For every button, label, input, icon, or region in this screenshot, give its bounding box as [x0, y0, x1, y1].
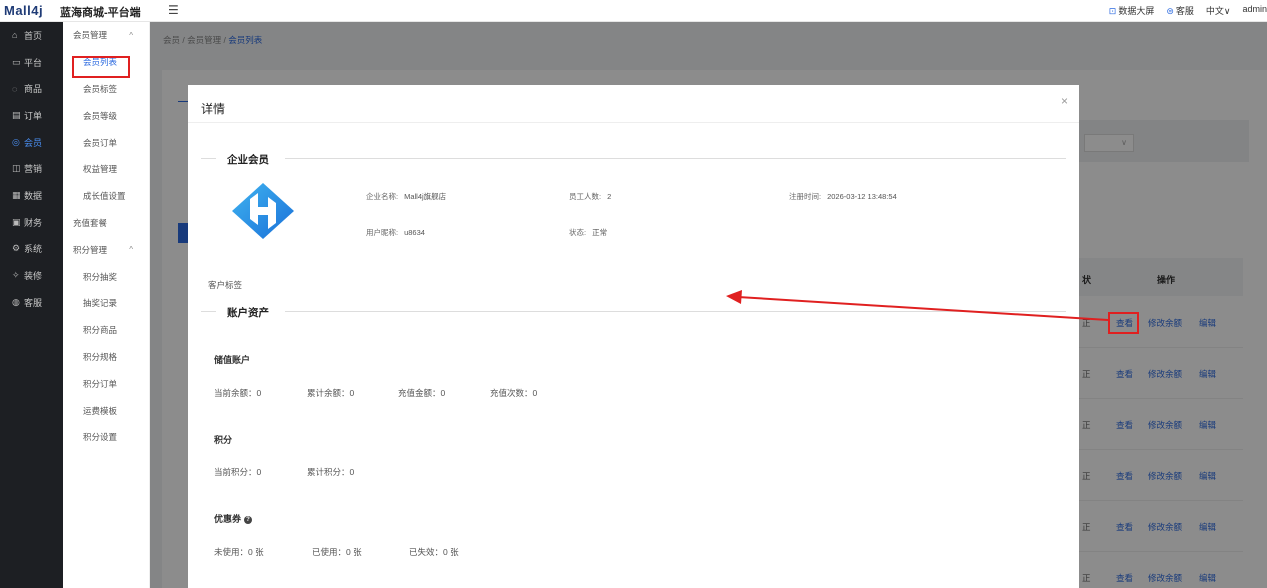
nav-item-system[interactable]: ⚙ 系统 [0, 236, 63, 263]
subnav-item-points-products[interactable]: 积分商品 [63, 317, 149, 344]
app-title: 蓝海商城-平台端 [60, 7, 141, 19]
decoration-icon: ✧ [12, 270, 20, 281]
assets-section-title: 账户资产 [227, 307, 269, 319]
user-menu[interactable]: admin [1242, 4, 1267, 17]
top-bar: Mall4j 蓝海商城-平台端 ☰ ⊡ 数据大屏 ⊜ 客服 中文∨ admin [0, 0, 1267, 22]
gear-icon: ⚙ [12, 243, 21, 254]
subnav-item-points-orders[interactable]: 积分订单 [63, 370, 149, 397]
primary-sidebar: ⌂ 首页 ▭ 平台 ◌ 商品 ▤ 订单 ◎ 会员 ◫ 营销 ▦ 数据 ▣ 财务 ⚙ 系统 ✧ 装修 … [0, 22, 63, 588]
member-icon: ◎ [12, 136, 20, 147]
order-icon: ▤ [12, 109, 21, 120]
customer-tag-label: 客户标签 [208, 280, 243, 290]
register-time-value: 2026-03-12 13:48:54 [827, 192, 897, 201]
recharge-times: 充值次数：0 [490, 388, 538, 398]
register-time-field: 注册时间: 2026-03-12 13:48:54 [789, 192, 897, 201]
gift-icon: ◫ [12, 163, 21, 174]
company-logo-image [232, 183, 294, 239]
dialog-title: 详情 [201, 102, 226, 116]
subnav-item-benefits[interactable]: 权益管理 [63, 156, 149, 183]
employee-count-value: 2 [607, 192, 612, 201]
status-field: 状态: 正常 [569, 228, 608, 237]
chevron-up-icon: ^ [129, 245, 133, 255]
employee-count-field: 员工人数: 2 [569, 192, 612, 201]
subnav-item-points-lottery[interactable]: 积分抽奖 [63, 263, 149, 290]
subnav-item-member-levels[interactable]: 会员等级 [63, 102, 149, 129]
data-screen-link[interactable]: ⊡ 数据大屏 [1109, 4, 1155, 17]
status-value: 正常 [592, 228, 608, 237]
section-divider [285, 311, 1066, 312]
points-title: 积分 [214, 435, 233, 445]
nav-item-decoration[interactable]: ✧ 装修 [0, 262, 63, 289]
language-select[interactable]: 中文∨ [1206, 4, 1231, 17]
coupon-title: 优惠券? [214, 512, 253, 525]
close-icon[interactable]: × [1061, 94, 1068, 108]
nav-item-members[interactable]: ◎ 会员 [0, 129, 63, 156]
current-balance: 当前余额：0 [214, 388, 262, 398]
question-icon[interactable]: ? [244, 516, 253, 524]
member-list-highlight-box [72, 56, 130, 78]
section-divider [201, 158, 216, 159]
logo: Mall4j [4, 3, 44, 18]
product-icon: ◌ [12, 83, 18, 94]
platform-icon: ▭ [12, 56, 21, 67]
nickname-value: u8634 [404, 228, 425, 237]
member-detail-dialog: 详情 × 企业会员 企业名称: Mall4j旗舰店 员工人数: 2 注册时间: 202… [188, 85, 1079, 588]
nav-item-home[interactable]: ⌂ 首页 [0, 22, 63, 49]
nav-item-products[interactable]: ◌ 商品 [0, 75, 63, 102]
nav-item-data[interactable]: ▦ 数据 [0, 182, 63, 209]
nav-item-finance[interactable]: ▣ 财务 [0, 209, 63, 236]
total-points: 累计积分：0 [307, 467, 355, 477]
subnav-item-points-settings[interactable]: 积分设置 [63, 424, 149, 451]
coupon-unused: 未使用：0 张 [214, 547, 264, 557]
secondary-sidebar: 会员管理 ^ 会员列表 会员标签 会员等级 会员订单 权益管理 成长值设置 充值套… [63, 22, 150, 588]
nickname-field: 用户昵称: u8634 [366, 228, 425, 237]
service-link[interactable]: ⊜ 客服 [1166, 4, 1194, 17]
company-name-field: 企业名称: Mall4j旗舰店 [366, 192, 447, 201]
enterprise-section-title: 企业会员 [227, 154, 269, 166]
subnav-item-growth-settings[interactable]: 成长值设置 [63, 183, 149, 210]
service-icon: ◍ [12, 296, 20, 307]
subnav-item-member-orders[interactable]: 会员订单 [63, 129, 149, 156]
home-icon: ⌂ [12, 30, 18, 41]
subnav-group-points-management[interactable]: 积分管理 ^ [63, 236, 149, 263]
data-icon: ▦ [12, 189, 21, 200]
current-points: 当前积分：0 [214, 467, 262, 477]
menu-toggle-icon[interactable]: ☰ [168, 3, 179, 17]
nav-item-service[interactable]: ◍ 客服 [0, 289, 63, 316]
subnav-item-shipping-templates[interactable]: 运费模板 [63, 397, 149, 424]
subnav-item-recharge-packages[interactable]: 充值套餐 [63, 210, 149, 237]
subnav-item-lottery-records[interactable]: 抽奖记录 [63, 290, 149, 317]
monitor-icon: ⊡ [1108, 6, 1117, 16]
subnav-group-member-management[interactable]: 会员管理 ^ [63, 22, 149, 49]
stored-value-title: 储值账户 [214, 355, 251, 365]
coupon-expired: 已失效：0 张 [409, 547, 459, 557]
company-name-value: Mall4j旗舰店 [404, 192, 447, 201]
section-divider [285, 158, 1066, 159]
nav-item-marketing[interactable]: ◫ 营销 [0, 155, 63, 182]
subnav-item-points-specs[interactable]: 积分规格 [63, 344, 149, 371]
section-divider [201, 311, 216, 312]
top-right-tools: ⊡ 数据大屏 ⊜ 客服 中文∨ admin [1109, 4, 1267, 17]
view-button-highlight-box [1108, 312, 1139, 334]
finance-icon: ▣ [12, 216, 21, 227]
chat-icon: ⊜ [1166, 6, 1174, 16]
total-balance: 累计余额：0 [307, 388, 355, 398]
nav-item-platform[interactable]: ▭ 平台 [0, 49, 63, 76]
subnav-item-member-tags[interactable]: 会员标签 [63, 76, 149, 103]
nav-item-orders[interactable]: ▤ 订单 [0, 102, 63, 129]
dialog-divider [188, 122, 1079, 123]
chevron-up-icon: ^ [129, 30, 133, 40]
recharge-amount: 充值金额：0 [398, 388, 446, 398]
coupon-used: 已使用：0 张 [312, 547, 362, 557]
